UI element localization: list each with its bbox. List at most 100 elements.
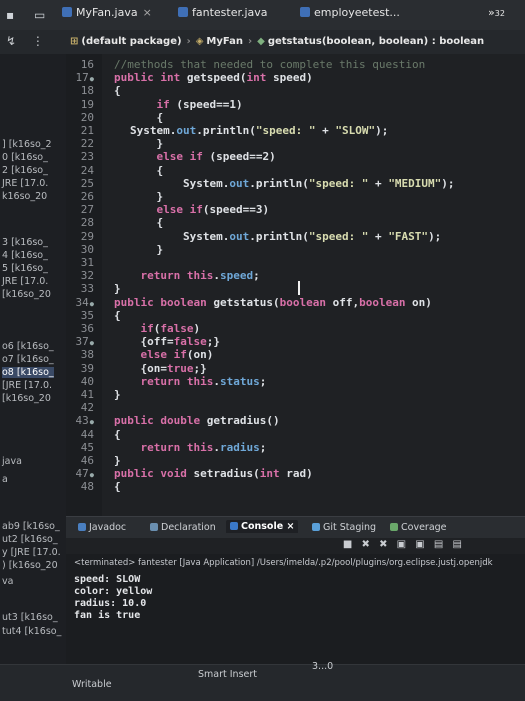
code-line[interactable]: if(false) [114, 322, 201, 335]
code-line[interactable]: { [114, 84, 121, 97]
close-tab-icon[interactable]: × [286, 521, 294, 532]
tree-item[interactable]: [JRE [17.0. [2, 380, 52, 391]
tab-overflow-button[interactable]: »32 [488, 6, 505, 19]
tree-item[interactable]: tut4 [k16so_ [2, 626, 61, 637]
tree-item[interactable]: k16so_20 [2, 191, 47, 202]
line-number: 20 [80, 110, 94, 124]
java-file-icon [178, 7, 188, 17]
line-number: 35 [80, 308, 94, 322]
code-line[interactable]: System.out.println("speed: " + "MEDIUM")… [130, 177, 455, 190]
code-line[interactable]: public double getradius() [114, 414, 280, 427]
chevron-right-icon: › [186, 36, 191, 47]
code-line[interactable]: else if(speed==3) [130, 203, 270, 216]
code-line[interactable]: public int getspeed(int speed) [114, 71, 313, 84]
line-number: 39 [80, 361, 94, 375]
tree-item[interactable]: o7 [k16so_ [2, 354, 54, 365]
tab-myfan-java[interactable]: MyFan.java × [62, 6, 152, 19]
line-number: 37 [66, 335, 94, 348]
tab-label: Declaration [161, 522, 216, 533]
tree-item[interactable]: ab9 [k16so_ [2, 521, 60, 532]
code-line[interactable]: return this.speed; [114, 269, 260, 282]
tree-item-selected[interactable]: o8 [k16so_ [2, 367, 54, 378]
console-line: radius: 10.0 [74, 598, 147, 609]
code-line[interactable]: { [130, 216, 163, 229]
window-controls[interactable]: ▪ ▭ [6, 8, 53, 22]
status-insert-mode[interactable]: Smart Insert [198, 669, 257, 680]
tree-item[interactable]: ] [k16so_2 [2, 139, 52, 150]
code-line[interactable]: { [130, 111, 163, 124]
tree-item[interactable]: [k16so_20 [2, 289, 51, 300]
code-line[interactable]: { [130, 164, 163, 177]
tree-item[interactable]: o6 [k16so_ [2, 341, 54, 352]
code-line[interactable]: } [114, 454, 121, 467]
tree-item[interactable]: va [2, 576, 13, 587]
tree-item[interactable]: java [2, 456, 22, 467]
tree-item[interactable]: ut2 [k16so_ [2, 534, 58, 545]
declaration-icon [150, 523, 158, 531]
breadcrumb-class[interactable]: MyFan [206, 36, 243, 47]
code-line[interactable]: return this.status; [114, 375, 267, 388]
tree-item[interactable]: a [2, 474, 8, 485]
code-line[interactable]: } [130, 243, 163, 256]
tab-console[interactable]: Console × [226, 520, 299, 533]
code-line[interactable]: System.out.println("speed: " + "SLOW"); [130, 124, 388, 137]
line-number: 31 [80, 256, 94, 269]
tab-git-staging[interactable]: Git Staging [312, 522, 376, 533]
code-editor[interactable]: //methods that needed to complete this q… [102, 54, 525, 516]
code-line[interactable]: {off=false;} [114, 335, 220, 348]
javadoc-icon [78, 523, 86, 531]
chevron-right-icon: › [247, 36, 253, 47]
code-line[interactable]: public void setradius(int rad) [114, 467, 313, 480]
console-output[interactable]: <terminated> fantester [Java Application… [66, 554, 525, 664]
code-line[interactable]: { [114, 480, 121, 493]
tree-item[interactable]: 2 [k16so_ [2, 165, 48, 176]
tree-item[interactable]: JRE [17.0. [2, 178, 48, 189]
code-line[interactable]: {on=true;} [114, 362, 206, 375]
tab-employeetest[interactable]: employeetest... [300, 6, 400, 19]
tree-item[interactable]: 3 [k16so_ [2, 237, 48, 248]
code-line[interactable]: else if(on) [114, 348, 214, 361]
line-number: 33 [80, 282, 94, 296]
code-line[interactable]: if (speed==1) [130, 98, 243, 111]
package-explorer: ] [k16so_2 0 [k16so_ 2 [k16so_ JRE [17.0… [0, 54, 67, 664]
code-line[interactable]: { [114, 428, 121, 441]
tree-item[interactable]: JRE [17.0. [2, 276, 48, 287]
tree-item[interactable]: 0 [k16so_ [2, 152, 48, 163]
console-icon [230, 522, 238, 530]
tab-overflow-count: 32 [494, 9, 505, 18]
tree-item[interactable]: y [JRE [17.0. [2, 547, 61, 558]
terminated-label: <terminated> fantester [Java Application… [74, 558, 493, 568]
code-line[interactable]: System.out.println("speed: " + "FAST"); [130, 230, 441, 243]
code-line[interactable]: } [130, 137, 163, 150]
tree-item[interactable]: ) [k16so_20 [2, 560, 58, 571]
code-line[interactable]: } [130, 190, 163, 203]
console-toolbar-buttons[interactable]: ■ ✖ ✖ ▣ ▣ ▤ ▤ [343, 539, 465, 550]
code-line[interactable]: } [114, 388, 121, 401]
code-line[interactable]: return this.radius; [114, 441, 267, 454]
tab-label: Javadoc [89, 522, 127, 533]
line-number: 44 [80, 427, 94, 441]
tree-item[interactable]: 4 [k16so_ [2, 250, 48, 261]
code-line[interactable]: { [114, 309, 121, 322]
tree-item[interactable]: [k16so_20 [2, 393, 51, 404]
tab-declaration[interactable]: Declaration [150, 522, 216, 533]
tree-item[interactable]: ut3 [k16so_ [2, 612, 58, 623]
code-line[interactable]: //methods that needed to complete this q… [114, 58, 425, 71]
class-icon: ◈ [195, 36, 204, 47]
tab-coverage[interactable]: Coverage [390, 522, 447, 533]
code-line[interactable]: } [114, 282, 121, 295]
code-line[interactable]: else if (speed==2) [130, 150, 276, 163]
tab-label: Git Staging [323, 522, 377, 533]
code-line[interactable]: public boolean getstatus(boolean off,boo… [114, 296, 432, 309]
close-tab-icon[interactable]: × [143, 6, 152, 19]
breadcrumb-method[interactable]: getstatus(boolean, boolean) : boolean [268, 36, 484, 47]
line-number: 41 [80, 388, 94, 401]
line-number: 16 [80, 58, 94, 71]
chevron-double-right-icon: » [488, 6, 495, 19]
tab-fantester-java[interactable]: fantester.java [178, 6, 268, 19]
breadcrumb-package[interactable]: (default package) [81, 36, 181, 47]
breadcrumb-bar: ↯ ⋮ ⊞ (default package) › ◈ MyFan › ◆ getstatus… [0, 30, 525, 55]
tab-javadoc[interactable]: Javadoc [78, 522, 126, 533]
tree-item[interactable]: 5 [k16so_ [2, 263, 48, 274]
toolbar-icons[interactable]: ↯ ⋮ [6, 34, 50, 48]
